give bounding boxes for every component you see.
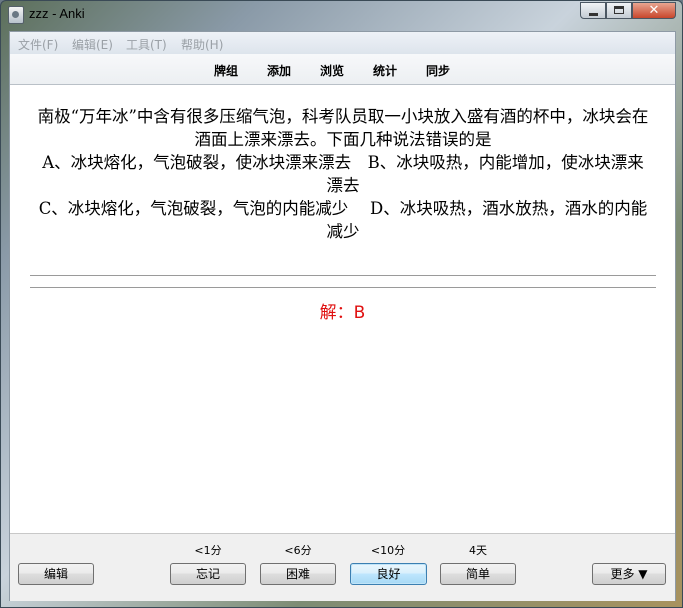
edit-button[interactable]: 编辑 [18, 563, 94, 585]
card-answer: 解：B [319, 303, 366, 323]
interval-easy: 4天 [469, 544, 487, 557]
question-options-ab: A、冰块熔化，气泡破裂，使冰块漂来漂去 B、冰块吸热，内能增加，使冰块漂来漂去 [42, 153, 644, 195]
good-button[interactable]: 良好 [350, 563, 427, 585]
menu-tools[interactable]: 工具(T) [126, 36, 167, 53]
card-question: 南极“万年冰”中含有很多压缩气泡，科考队员取一小块放入盛有酒的杯中，冰块会在酒面… [34, 105, 652, 243]
more-button[interactable]: 更多 ▼ [592, 563, 666, 585]
hard-button[interactable]: 困难 [260, 563, 336, 585]
again-button[interactable]: 忘记 [170, 563, 246, 585]
anki-app-icon[interactable] [8, 6, 24, 24]
title-bar[interactable]: zzz - Anki ✕ [1, 1, 682, 29]
question-stem: 南极“万年冰”中含有很多压缩气泡，科考队员取一小块放入盛有酒的杯中，冰块会在酒面… [37, 107, 649, 149]
review-bar: 编辑 <1分 <6分 <10分 4天 忘记 困难 良好 简单 更多 ▼ [10, 533, 675, 601]
anki-window: zzz - Anki ✕ 文件(F) 编辑(E) 工具(T) 帮助(H) 牌组 … [0, 0, 683, 608]
close-icon: ✕ [648, 3, 660, 18]
window-controls: ✕ [580, 2, 676, 20]
interval-again: <1分 [194, 544, 222, 557]
menu-file[interactable]: 文件(F) [18, 36, 58, 53]
close-button[interactable]: ✕ [632, 2, 676, 19]
toolbar-sync[interactable]: 同步 [426, 62, 450, 79]
maximize-icon [614, 6, 624, 14]
window-title: zzz - Anki [29, 6, 85, 21]
toolbar-stats[interactable]: 统计 [373, 62, 397, 79]
minimize-icon [589, 13, 598, 16]
toolbar-add[interactable]: 添加 [267, 62, 291, 79]
interval-hard: <6分 [284, 544, 312, 557]
menu-help[interactable]: 帮助(H) [181, 36, 223, 53]
toolbar-decks[interactable]: 牌组 [214, 62, 238, 79]
menu-edit[interactable]: 编辑(E) [72, 36, 113, 53]
answer-divider-bottom [30, 287, 656, 288]
question-options-cd: C、冰块熔化，气泡破裂，气泡的内能减少 D、冰块吸热，酒水放热，酒水的内能减少 [38, 199, 648, 241]
easy-button[interactable]: 简单 [440, 563, 516, 585]
interval-good: <10分 [370, 544, 406, 557]
top-toolbar: 牌组 添加 浏览 统计 同步 [10, 54, 675, 85]
maximize-button[interactable] [606, 2, 632, 19]
card-view: 南极“万年冰”中含有很多压缩气泡，科考队员取一小块放入盛有酒的杯中，冰块会在酒面… [10, 85, 675, 533]
main-area: 文件(F) 编辑(E) 工具(T) 帮助(H) 牌组 添加 浏览 统计 同步 南… [9, 31, 676, 601]
menu-bar: 文件(F) 编辑(E) 工具(T) 帮助(H) [10, 32, 675, 55]
toolbar-browse[interactable]: 浏览 [320, 62, 344, 79]
answer-divider-top [30, 275, 656, 276]
minimize-button[interactable] [580, 2, 606, 19]
